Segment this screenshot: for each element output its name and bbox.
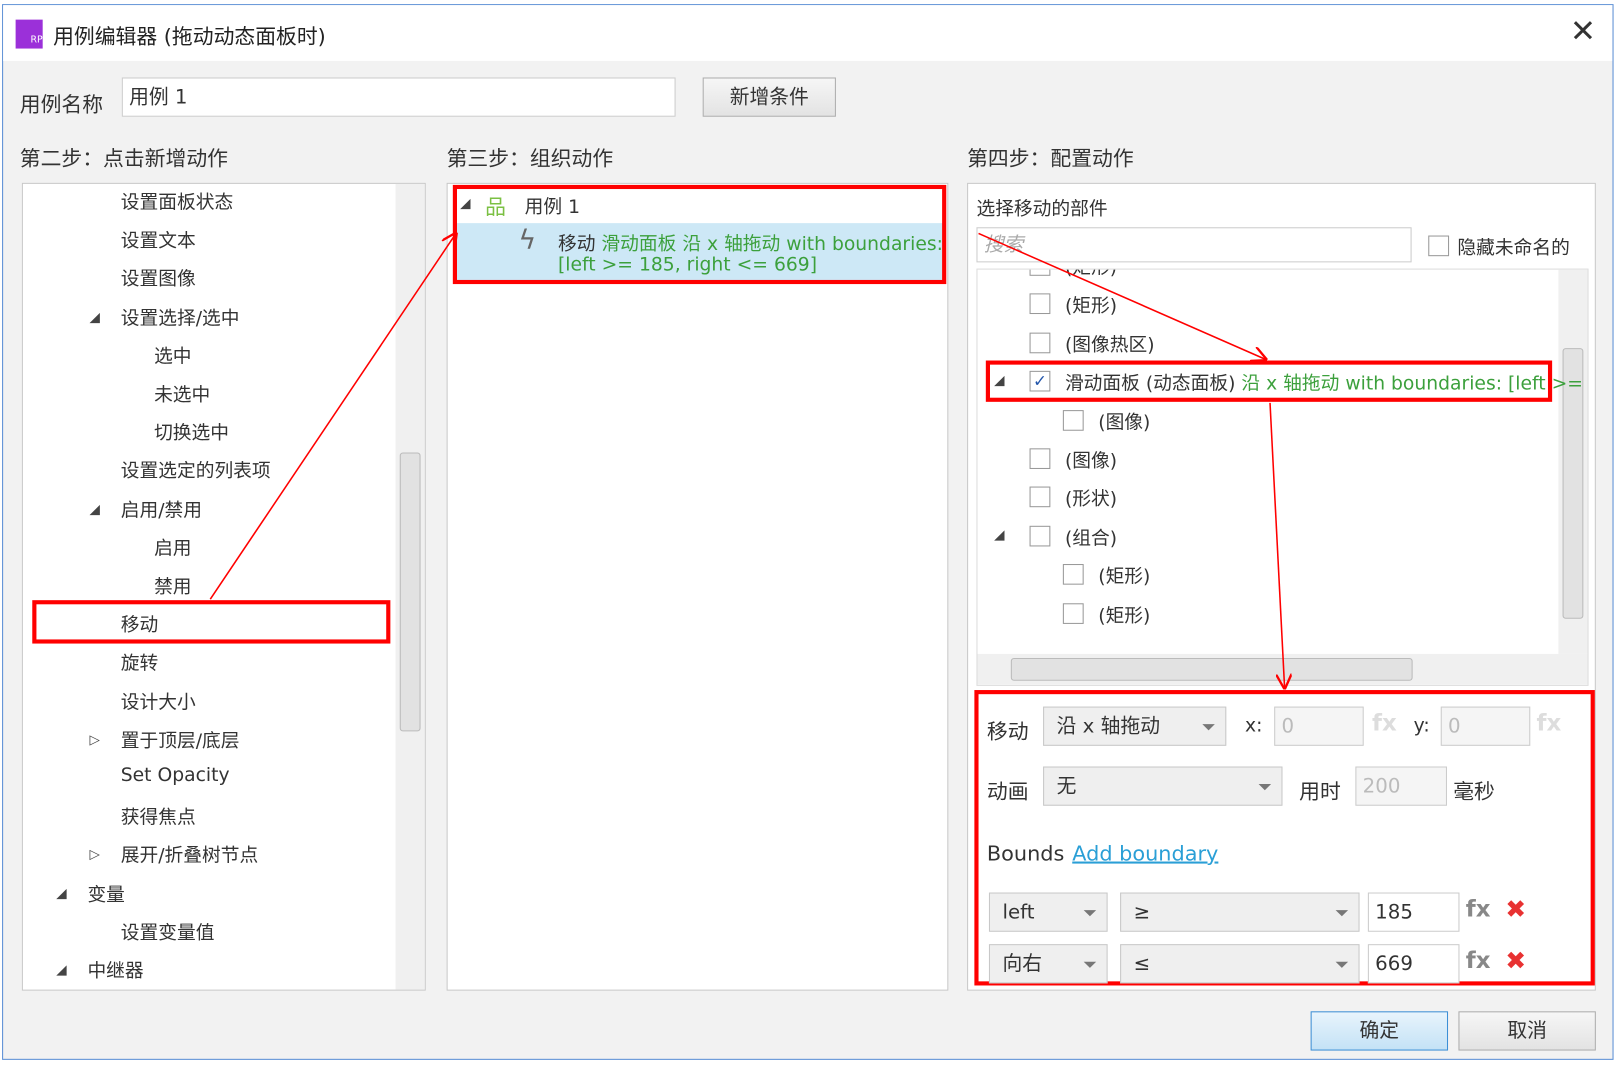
arrow-move-to-action <box>209 233 456 600</box>
annotation-arrows <box>209 0 1624 1074</box>
arrow-action-to-widget <box>978 232 1266 359</box>
arrow-widget-to-config <box>1269 402 1285 688</box>
